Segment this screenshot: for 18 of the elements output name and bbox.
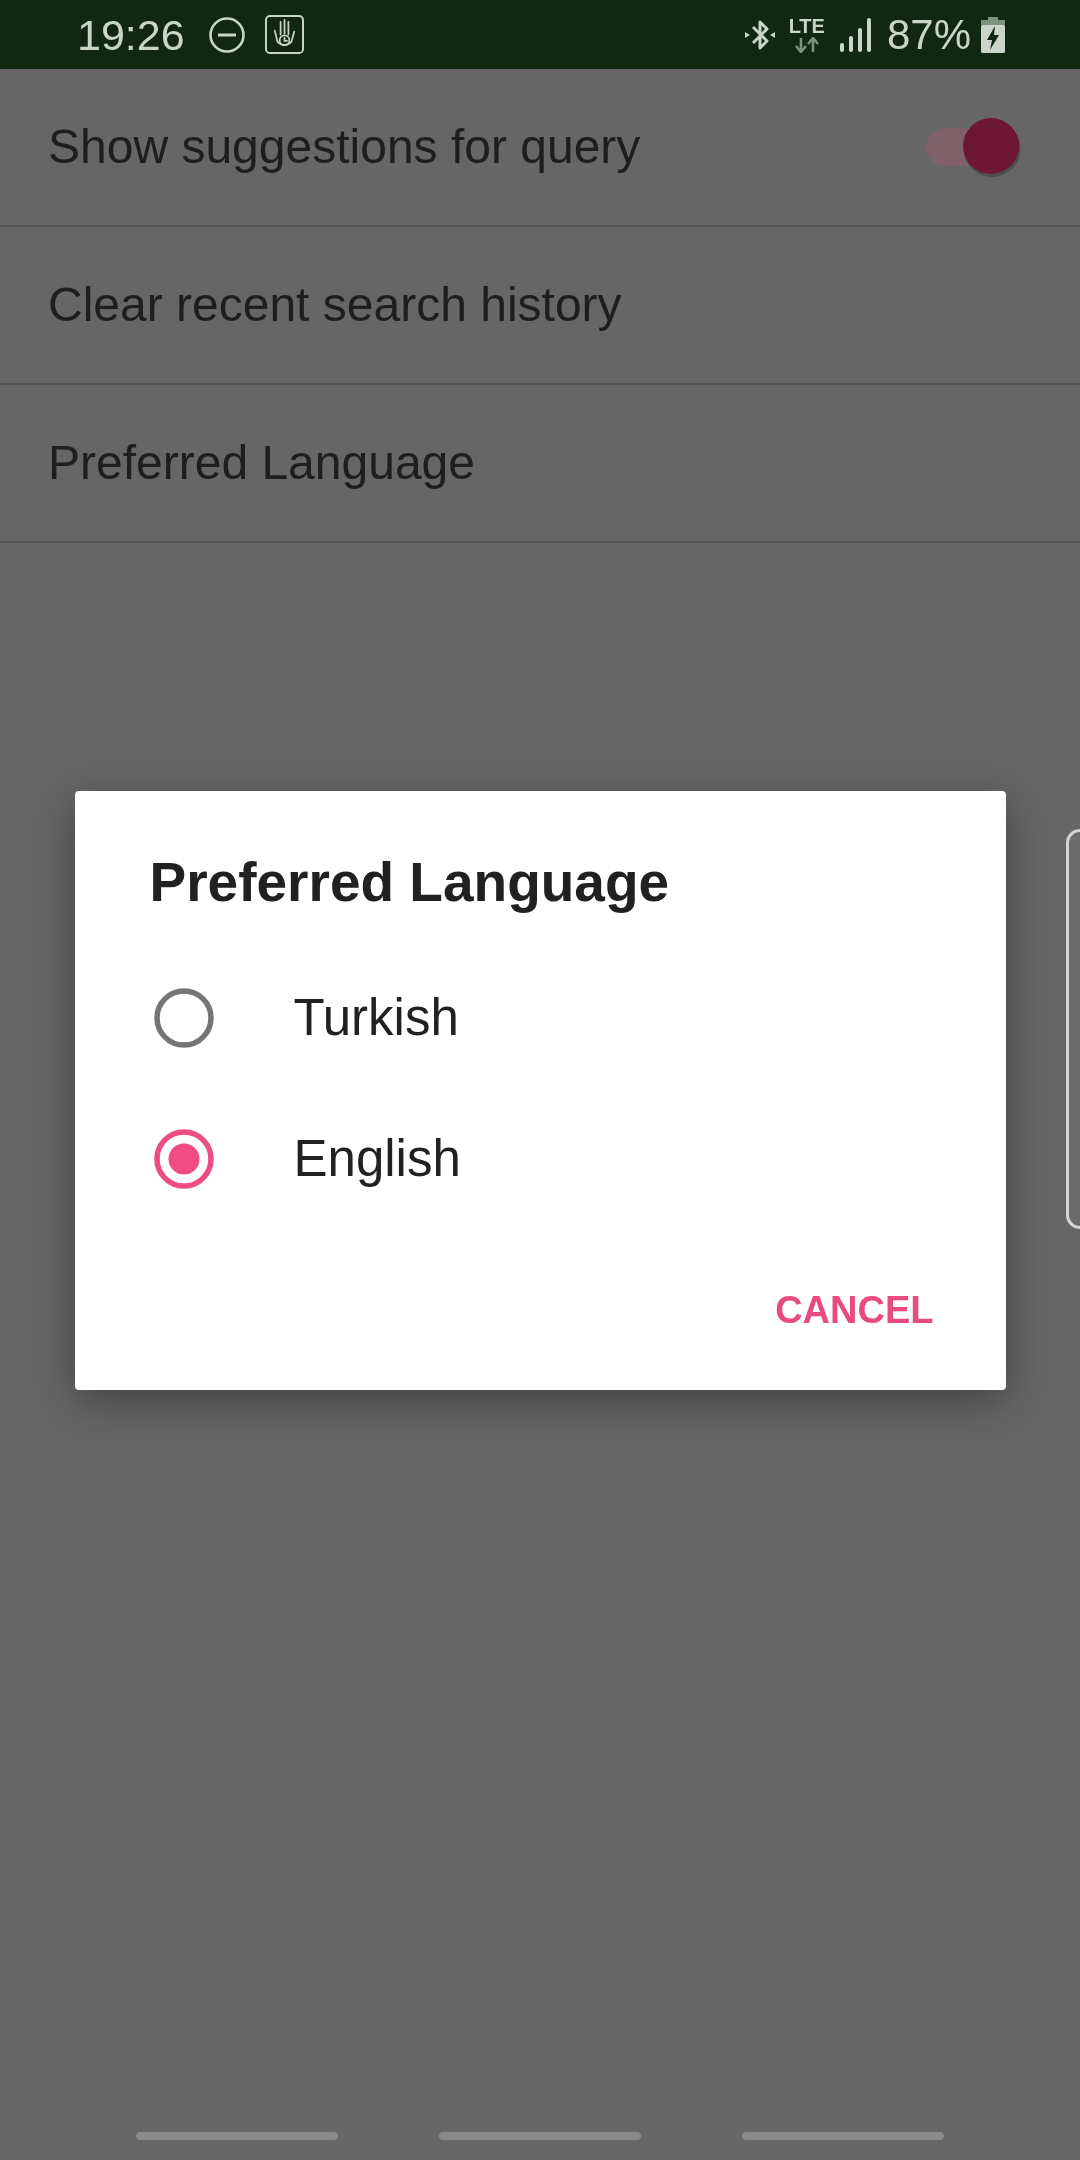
settings-item[interactable]: Preferred Language bbox=[48, 435, 475, 491]
edge-panel-handle[interactable] bbox=[1066, 829, 1080, 1229]
data-arrows-icon bbox=[793, 36, 820, 53]
network-type: LTE bbox=[788, 16, 825, 35]
option-label[interactable]: English bbox=[293, 1128, 461, 1189]
signal-icon bbox=[838, 17, 871, 52]
battery-charging-icon bbox=[981, 16, 1005, 53]
do-not-disturb-icon bbox=[208, 16, 245, 53]
status-time: 19:26 bbox=[77, 9, 185, 60]
radio-button[interactable] bbox=[153, 1128, 214, 1189]
setting-label: Show suggestions for query bbox=[48, 119, 641, 175]
settings-item[interactable]: Clear recent search history bbox=[48, 277, 622, 333]
option-label[interactable]: Turkish bbox=[293, 987, 459, 1048]
hand-clock-icon bbox=[264, 15, 304, 54]
dialog-title: Preferred Language bbox=[148, 850, 671, 915]
battery-percent: 87% bbox=[886, 10, 971, 59]
dialog-button[interactable]: CANCEL bbox=[755, 1270, 954, 1350]
radio-button[interactable] bbox=[153, 987, 214, 1048]
